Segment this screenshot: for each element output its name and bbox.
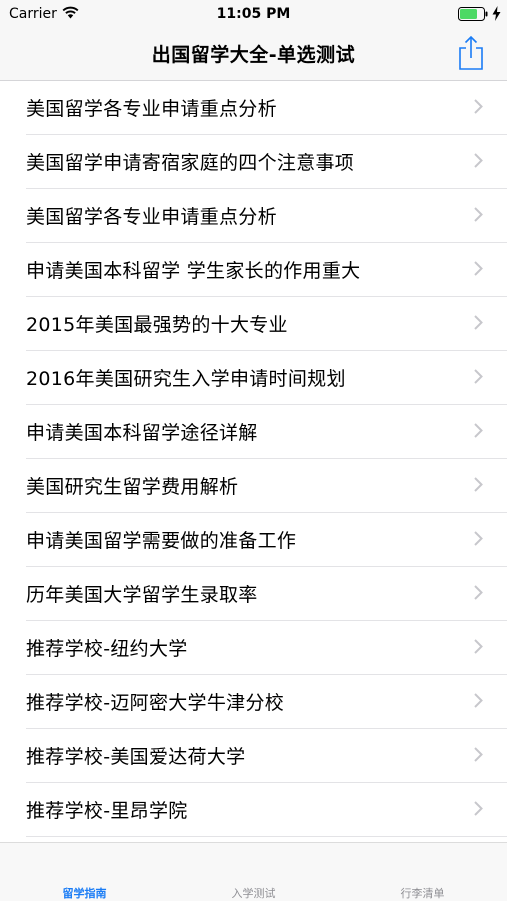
tab-entrance-test[interactable]: 入学测试 xyxy=(169,843,338,901)
list-item[interactable]: 推荐学校-纽约大学 xyxy=(26,621,507,675)
chevron-right-icon xyxy=(474,423,483,438)
clock: 11:05 PM xyxy=(216,6,291,22)
list-item-label: 推荐学校-美国爱达荷大学 xyxy=(26,746,246,768)
list-item[interactable]: 推荐学校-里昂学院 xyxy=(26,783,507,837)
list-item-label: 推荐学校-里昂学院 xyxy=(26,800,188,822)
share-icon xyxy=(459,35,483,70)
list-item-label: 申请美国本科留学 学生家长的作用重大 xyxy=(26,260,361,282)
chevron-right-icon xyxy=(474,747,483,762)
list-item-label: 推荐学校-迈阿密大学牛津分校 xyxy=(26,692,285,714)
list-item-label: 申请美国本科留学途径详解 xyxy=(26,422,258,444)
tab-study-guide[interactable]: 留学指南 xyxy=(0,843,169,901)
list-item-label: 历年美国大学留学生录取率 xyxy=(26,584,258,606)
battery-icon xyxy=(458,7,488,21)
page-title: 出国留学大全-单选测试 xyxy=(151,44,356,66)
chevron-right-icon xyxy=(474,477,483,492)
list-item[interactable]: 2016年美国研究生入学申请时间规划 xyxy=(26,351,507,405)
chevron-right-icon xyxy=(474,531,483,546)
chevron-right-icon xyxy=(474,369,483,384)
list-item[interactable]: 2015年美国最强势的十大专业 xyxy=(26,297,507,351)
list-item-label: 2016年美国研究生入学申请时间规划 xyxy=(26,368,346,390)
list-item-label: 美国留学申请寄宿家庭的四个注意事项 xyxy=(26,152,355,174)
list-item-label: 推荐学校-纽约大学 xyxy=(26,638,188,660)
tab-label: 留学指南 xyxy=(62,887,107,900)
tab-label: 行李清单 xyxy=(400,887,445,900)
chevron-right-icon xyxy=(474,585,483,600)
list-item[interactable]: 美国留学各专业申请重点分析 xyxy=(26,189,507,243)
chevron-right-icon xyxy=(474,693,483,708)
article-list: 美国留学各专业申请重点分析 美国留学申请寄宿家庭的四个注意事项 美国留学各专业申… xyxy=(0,81,507,837)
list-item-label: 美国研究生留学费用解析 xyxy=(26,476,239,498)
tab-label: 入学测试 xyxy=(231,887,276,900)
chevron-right-icon xyxy=(474,99,483,114)
chevron-right-icon xyxy=(474,153,483,168)
list-item[interactable]: 推荐学校-美国爱达荷大学 xyxy=(26,729,507,783)
list-item[interactable]: 美国研究生留学费用解析 xyxy=(26,459,507,513)
share-button[interactable] xyxy=(456,34,486,72)
list-item[interactable]: 历年美国大学留学生录取率 xyxy=(26,567,507,621)
list-item[interactable]: 申请美国本科留学途径详解 xyxy=(26,405,507,459)
tab-packing-list[interactable]: 行李清单 xyxy=(338,843,507,901)
list-item[interactable]: 申请美国本科留学 学生家长的作用重大 xyxy=(26,243,507,297)
list-item-label: 美国留学各专业申请重点分析 xyxy=(26,98,277,120)
tab-bar: 留学指南 入学测试 行李清单 xyxy=(0,842,507,901)
charging-bolt-icon xyxy=(492,6,501,21)
list-item[interactable]: 美国留学申请寄宿家庭的四个注意事项 xyxy=(26,135,507,189)
chevron-right-icon xyxy=(474,261,483,276)
list-item[interactable]: 推荐学校-迈阿密大学牛津分校 xyxy=(26,675,507,729)
list-item-label: 美国留学各专业申请重点分析 xyxy=(26,206,277,228)
list-item[interactable]: 美国留学各专业申请重点分析 xyxy=(26,81,507,135)
list-item[interactable]: 申请美国留学需要做的准备工作 xyxy=(26,513,507,567)
list-item-label: 2015年美国最强势的十大专业 xyxy=(26,314,288,336)
chevron-right-icon xyxy=(474,207,483,222)
chevron-right-icon xyxy=(474,315,483,330)
chevron-right-icon xyxy=(474,639,483,654)
navigation-bar: 出国留学大全-单选测试 xyxy=(0,28,507,81)
status-bar: Carrier 11:05 PM xyxy=(0,0,507,28)
list-item-label: 申请美国留学需要做的准备工作 xyxy=(26,530,297,552)
chevron-right-icon xyxy=(474,801,483,816)
